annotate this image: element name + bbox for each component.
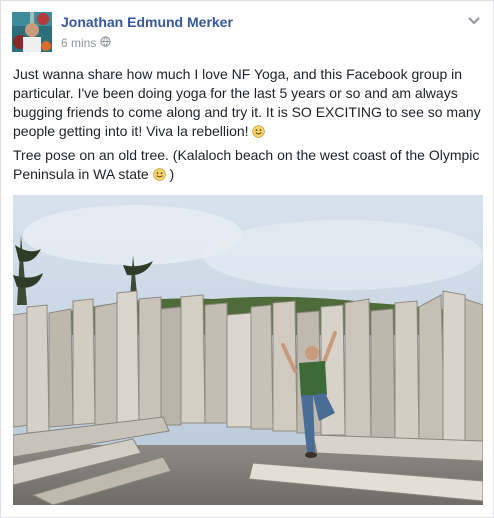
avatar[interactable]	[12, 12, 52, 52]
post-photo[interactable]	[13, 195, 483, 505]
paragraph-1-text: Just wanna share how much I love NF Yoga…	[13, 66, 481, 139]
author-name[interactable]: Jonathan Edmund Merker	[61, 14, 233, 30]
chevron-down-icon[interactable]	[467, 13, 481, 27]
globe-icon[interactable]	[100, 36, 111, 50]
timestamp[interactable]: 6 mins	[61, 36, 96, 50]
facebook-post: Jonathan Edmund Merker 6 mins Just wanna…	[0, 0, 494, 518]
post-text-paragraph-1: Just wanna share how much I love NF Yoga…	[13, 65, 483, 141]
smile-emoji-icon	[252, 124, 266, 138]
post-text-paragraph-2: Tree pose on an old tree. (Kalaloch beac…	[13, 146, 483, 184]
post-meta: 6 mins	[61, 36, 111, 50]
paragraph-2-close: )	[169, 166, 175, 182]
paragraph-2-text: Tree pose on an old tree. (Kalaloch beac…	[13, 147, 480, 182]
smile-emoji-icon	[152, 167, 166, 181]
